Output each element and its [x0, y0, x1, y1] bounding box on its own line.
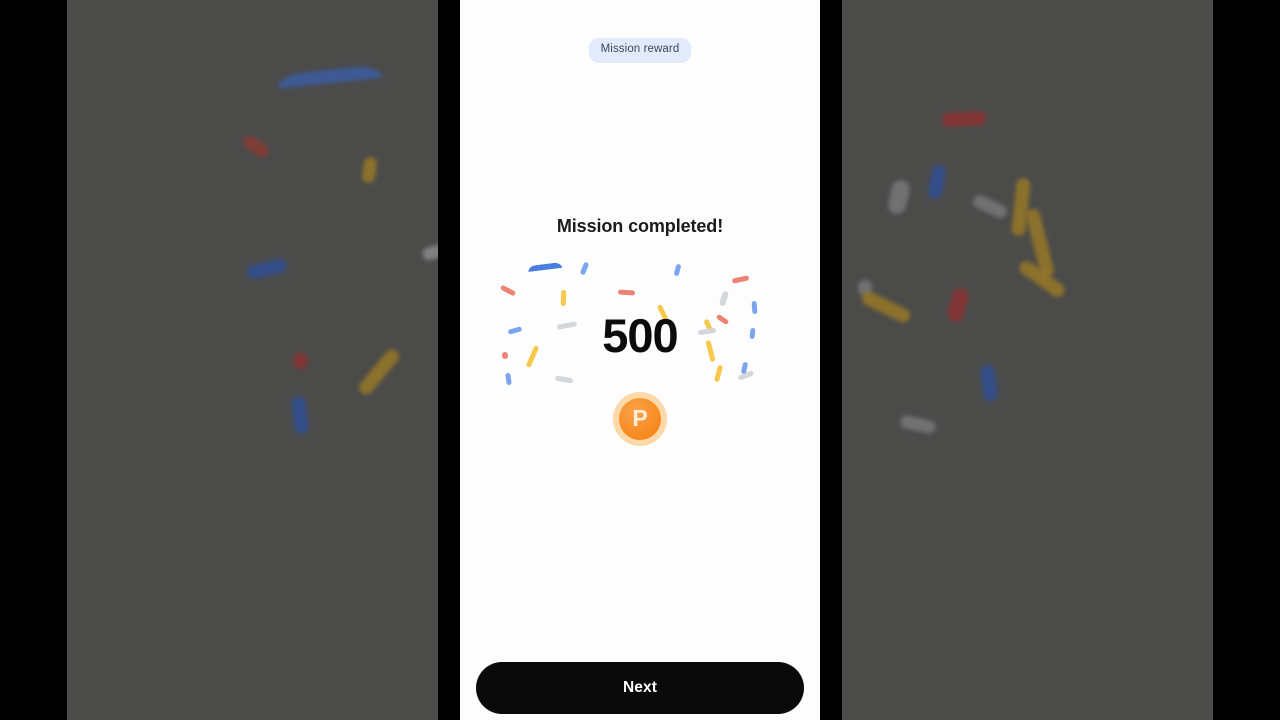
confetti-piece — [617, 289, 636, 296]
app-window: Mission reward Mission completed! 500 P … — [0, 0, 1280, 720]
confetti-piece — [560, 289, 567, 307]
status-badge: Mission reward — [588, 38, 692, 63]
confetti-piece — [505, 372, 512, 386]
confetti-piece — [579, 261, 590, 276]
confetti-piece — [859, 289, 913, 325]
confetti-piece — [979, 364, 999, 402]
confetti-piece — [527, 261, 563, 273]
phone-screen: Mission reward Mission completed! 500 P … — [460, 0, 820, 720]
confetti-piece — [718, 290, 730, 307]
confetti-piece — [240, 133, 272, 160]
page-title: Mission completed! — [556, 216, 724, 236]
confetti-piece — [941, 110, 987, 128]
confetti-piece — [970, 193, 1010, 220]
reward-amount: 500 — [602, 309, 678, 362]
confetti-piece — [293, 353, 308, 369]
confetti-piece — [673, 263, 682, 277]
confetti-piece — [499, 284, 517, 297]
backdrop-panel-left — [67, 0, 438, 720]
confetti-piece — [421, 237, 438, 262]
coin-symbol: P — [619, 398, 661, 440]
confetti-piece — [899, 414, 937, 435]
badge-row: Mission reward — [460, 38, 820, 63]
point-coin-icon: P — [613, 392, 667, 446]
confetti-piece — [554, 375, 574, 384]
reward-block: 500 P — [460, 255, 820, 455]
backdrop-panel-right — [842, 0, 1213, 720]
confetti-piece — [945, 286, 971, 324]
confetti-piece — [713, 364, 724, 383]
confetti-piece — [731, 275, 750, 284]
confetti-piece — [276, 64, 383, 89]
confetti-piece — [290, 395, 310, 435]
confetti-piece — [926, 163, 948, 201]
confetti-piece — [886, 178, 912, 216]
next-button[interactable]: Next — [476, 662, 804, 714]
confetti-piece — [356, 346, 402, 398]
confetti-piece — [361, 156, 378, 184]
confetti-piece — [245, 257, 289, 281]
